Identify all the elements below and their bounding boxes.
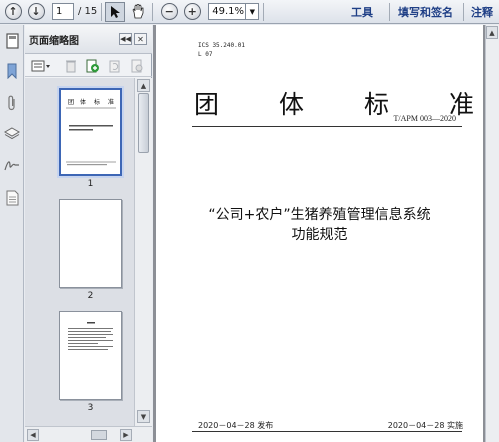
signature-icon[interactable] xyxy=(4,157,20,173)
triangle-right-icon: ▶ xyxy=(123,431,129,439)
trash-icon xyxy=(65,60,76,73)
close-icon: ✕ xyxy=(137,34,144,44)
document-subtitle: 功能规范 xyxy=(291,227,348,243)
bookmark-icon[interactable] xyxy=(4,63,20,79)
toolbar-divider xyxy=(463,2,464,21)
document-view[interactable]: ICS 35.240.01 L 07 团 体 标 准 T/APM 003—202… xyxy=(153,25,499,442)
scroll-up-button[interactable]: ▲ xyxy=(486,26,498,39)
zoom-input[interactable]: 49.1% xyxy=(208,3,247,20)
thumbnail-label: 3 xyxy=(87,403,94,413)
chevron-down-icon: ▼ xyxy=(249,7,255,16)
panel-title: 页面缩略图 xyxy=(29,35,79,47)
svg-text:准: 准 xyxy=(108,98,114,106)
svg-text:体: 体 xyxy=(80,98,86,106)
rotate-icon xyxy=(109,60,119,73)
svg-text:标: 标 xyxy=(94,98,100,106)
fill-sign-button[interactable]: 填写和签名 xyxy=(398,4,453,20)
scroll-up-button[interactable]: ▲ xyxy=(137,79,150,92)
panel-toolbar xyxy=(25,55,152,77)
toolbar-divider xyxy=(263,2,265,21)
heading-char: 团 xyxy=(194,90,220,119)
scrollbar-thumb[interactable] xyxy=(138,93,149,153)
page-number-input[interactable]: 1 xyxy=(52,3,74,20)
document-icon[interactable] xyxy=(4,190,20,206)
main-toolbar: ↑ ↓ 1 / 15 − + 49.1% ▼ 工具 填写和签名 注释 xyxy=(0,0,499,24)
heading-char: 体 xyxy=(278,90,304,119)
delete-pages-button[interactable] xyxy=(62,57,79,74)
zoom-out-button[interactable]: − xyxy=(159,2,179,22)
close-panel-button[interactable]: ✕ xyxy=(134,33,147,45)
thumbnail-page-2[interactable] xyxy=(59,199,122,288)
thumbnails-panel: 页面缩略图 ◀◀ ✕ 团 体 标 准 1 2 3 ▲ ▼ ◀ ▶ xyxy=(25,25,152,442)
thumbnail-page-1[interactable]: 团 体 标 准 xyxy=(59,88,122,176)
next-page-button[interactable]: ↓ xyxy=(26,2,46,22)
page-total: / 15 xyxy=(78,6,98,17)
thumbnail-list: 团 体 标 准 1 2 3 xyxy=(25,78,134,426)
plus-icon: + xyxy=(183,3,201,20)
thumbnail-label: 2 xyxy=(87,291,94,301)
scroll-left-button[interactable]: ◀ xyxy=(27,429,39,441)
options-icon xyxy=(31,60,50,71)
scrollbar-thumb[interactable] xyxy=(91,430,107,440)
select-tool-button[interactable] xyxy=(105,1,126,22)
page-preview xyxy=(60,312,121,399)
ccs-code: L 07 xyxy=(198,51,213,58)
insert-page-button[interactable] xyxy=(84,57,101,74)
page-preview xyxy=(60,200,121,287)
ics-code: ICS 35.240.01 xyxy=(198,42,245,49)
hand-icon xyxy=(132,4,144,19)
tools-button[interactable]: 工具 xyxy=(351,4,373,20)
thumbnail-page-3[interactable] xyxy=(59,311,122,400)
svg-text:团: 团 xyxy=(68,99,74,106)
document-title: “公司+农户”生猪养殖管理信息系统 xyxy=(208,207,431,223)
paperclip-icon[interactable] xyxy=(4,95,20,111)
scroll-down-button[interactable]: ▼ xyxy=(137,410,150,423)
page-properties-button[interactable] xyxy=(128,57,145,74)
toolbar-divider xyxy=(152,2,154,21)
standard-number: T/APM 003—2020 xyxy=(393,114,456,123)
divider-line xyxy=(192,126,462,127)
comment-button[interactable]: 注释 xyxy=(471,4,493,20)
panel-header: 页面缩略图 xyxy=(25,25,152,54)
triangle-down-icon: ▼ xyxy=(140,412,147,421)
publish-date: 2020－04－28 发布 xyxy=(198,421,274,430)
implement-date: 2020－04－28 实施 xyxy=(387,421,463,430)
triangle-up-icon: ▲ xyxy=(489,28,495,37)
document-page: ICS 35.240.01 L 07 团 体 标 准 T/APM 003—202… xyxy=(156,25,483,442)
triangle-left-icon: ◀ xyxy=(30,431,36,439)
thumbnail-horizontal-scrollbar[interactable]: ◀ ▶ xyxy=(25,426,152,442)
collapse-panel-button[interactable]: ◀◀ xyxy=(119,33,132,45)
properties-icon xyxy=(131,59,142,73)
pdf-reader-window: ↑ ↓ 1 / 15 − + 49.1% ▼ 工具 填写和签名 注释 页面缩略图… xyxy=(0,0,499,442)
thumbnail-label: 1 xyxy=(87,179,94,189)
rotate-page-button[interactable] xyxy=(106,57,123,74)
document-vertical-scrollbar[interactable]: ▲ xyxy=(485,25,499,442)
zoom-dropdown-button[interactable]: ▼ xyxy=(246,3,260,20)
arrow-up-icon: ↑ xyxy=(4,3,22,20)
zoom-in-button[interactable]: + xyxy=(182,2,202,22)
divider-line xyxy=(192,431,462,432)
triangle-up-icon: ▲ xyxy=(140,81,147,90)
cursor-icon xyxy=(111,5,121,18)
toolbar-divider xyxy=(101,2,103,21)
hand-tool-button[interactable] xyxy=(128,2,148,22)
toolbar-divider xyxy=(389,2,390,21)
scroll-right-button[interactable]: ▶ xyxy=(120,429,132,441)
layers-icon[interactable] xyxy=(4,125,20,141)
thumbnail-vertical-scrollbar[interactable]: ▲ ▼ xyxy=(134,78,152,426)
minus-icon: − xyxy=(160,3,178,20)
options-menu-button[interactable] xyxy=(31,57,53,74)
previous-page-button[interactable]: ↑ xyxy=(3,2,23,22)
heading-char: 标 xyxy=(363,90,389,119)
navigation-strip xyxy=(0,25,24,442)
page-thumbnails-icon[interactable] xyxy=(4,33,20,49)
arrow-down-icon: ↓ xyxy=(27,3,45,20)
double-chevron-left-icon: ◀◀ xyxy=(120,35,131,43)
page-preview: 团 体 标 准 xyxy=(61,90,120,174)
insert-page-icon xyxy=(86,59,99,73)
